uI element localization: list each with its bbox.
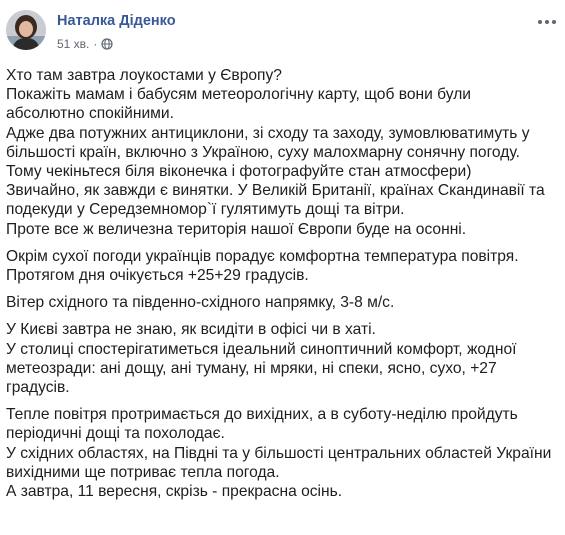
post-text-line: А завтра, 11 вересня, скрізь - прекрасна… (6, 483, 343, 501)
post-paragraph: Вітер східного та південно-східного напр… (6, 293, 559, 312)
separator-dot: · (93, 37, 98, 51)
post-paragraph: Окрім сухої погоди українців порадує ком… (6, 247, 559, 285)
post-text-line: Покажіть мамам і бабусям метеорологічну … (6, 86, 472, 104)
post-header: Наталка Діденко 51 хв. · (6, 10, 559, 54)
post-text-line: більшості країн, включно з Україною, сух… (6, 143, 520, 161)
post-text-line: вихідними ще потриває тепла погода. (6, 463, 280, 481)
post-text-line: абсолютно спокійними. (6, 105, 174, 123)
post-text-line: градусів. (6, 379, 70, 397)
post-paragraph: Тепле повітря протримається до вихідних,… (6, 405, 559, 501)
post-text-line: Проте все ж величезна територія нашої Єв… (6, 220, 467, 238)
post-text-line: Окрім сухої погоди українців порадує ком… (6, 247, 519, 265)
post-text-line: Протягом дня очікується +25+29 градусів. (6, 267, 309, 285)
post-timestamp[interactable]: 51 хв. (57, 37, 89, 51)
post-text-line: У східних областях, на Півдні та у більш… (6, 444, 552, 462)
post-meta: 51 хв. · (57, 37, 113, 51)
profile-photo-icon (6, 10, 46, 50)
post-text-line: періодичні дощі та похолодає. (6, 425, 225, 443)
author-name-link[interactable]: Наталка Діденко (57, 13, 176, 29)
post-text-line: Звичайно, як завжди є винятки. У Великій… (6, 182, 545, 200)
post-text: Хто там завтра лоукостами у Європу? Покаж… (6, 66, 559, 509)
post-text-line: Адже два потужних антициклони, зі сходу … (6, 124, 530, 142)
post-paragraph: У Києві завтра не знаю, як всидіти в офі… (6, 320, 559, 397)
more-horizontal-icon (538, 20, 542, 24)
facebook-post: Наталка Діденко 51 хв. · Хто там завтра … (0, 0, 565, 535)
post-text-line: Тепле повітря протримається до вихідних,… (6, 406, 518, 424)
post-text-line: Тому чекіньтеся біля віконечка і фотогра… (6, 163, 472, 181)
more-options-button[interactable] (535, 14, 559, 30)
post-text-line: Вітер східного та південно-східного напр… (6, 294, 395, 312)
globe-icon[interactable] (101, 38, 113, 50)
post-text-line: подекуди у Середземномор`ї гулятимуть до… (6, 201, 405, 219)
avatar[interactable] (6, 10, 46, 50)
post-paragraph: Хто там завтра лоукостами у Європу? Покаж… (6, 66, 559, 239)
post-text-line: У Києві завтра не знаю, як всидіти в офі… (6, 321, 376, 339)
post-text-line: У столиці спостерігатиметься ідеальний с… (6, 340, 517, 358)
post-text-line: Хто там завтра лоукостами у Європу? (6, 67, 282, 84)
post-text-line: метеозради: ані дощу, ані туману, ні мря… (6, 359, 497, 377)
